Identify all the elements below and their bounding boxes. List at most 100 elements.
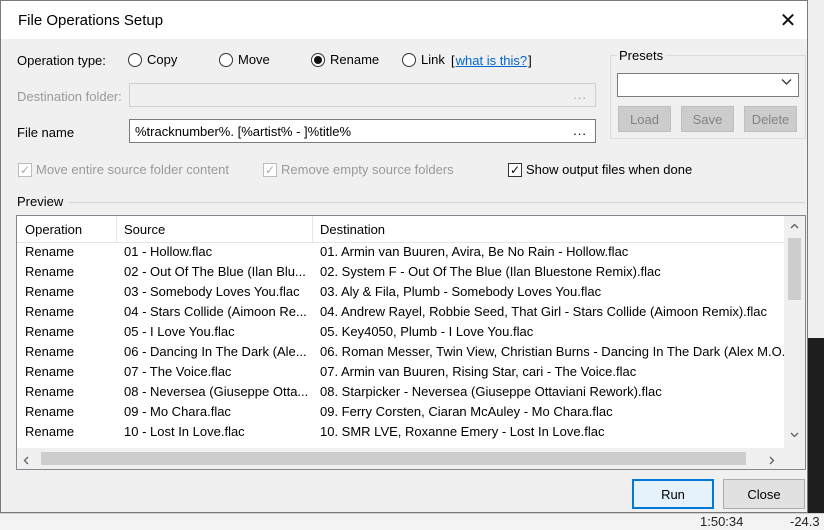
file-name-browse-button[interactable]: ... bbox=[573, 123, 587, 138]
preview-rows: Rename 01 - Hollow.flac 01. Armin van Buur… bbox=[17, 242, 784, 442]
preview-list[interactable]: Operation Source Destination Rename 01 - … bbox=[16, 215, 806, 470]
row-destination-cell: 05. Key4050, Plumb - I Love You.flac bbox=[320, 324, 534, 339]
run-button[interactable]: Run bbox=[632, 479, 714, 509]
table-row[interactable]: Rename 07 - The Voice.flac 07. Armin van B… bbox=[17, 362, 784, 382]
row-source-cell: 04 - Stars Collide (Aimoon Re... bbox=[124, 304, 307, 319]
row-destination-cell: 09. Ferry Corsten, Ciaran McAuley - Mo C… bbox=[320, 404, 613, 419]
load-preset-button[interactable]: Load bbox=[618, 106, 671, 132]
radio-copy-indicator bbox=[128, 52, 142, 67]
remove-empty-check-icon: ✓ bbox=[263, 162, 277, 177]
file-operations-dialog: File Operations Setup ✕ Operation type: … bbox=[0, 0, 808, 513]
row-destination-cell: 10. SMR LVE, Roxanne Emery - Lost In Lov… bbox=[320, 424, 605, 439]
table-row[interactable]: Rename 10 - Lost In Love.flac 10. SMR LVE,… bbox=[17, 422, 784, 442]
row-source-cell: 10 - Lost In Love.flac bbox=[124, 424, 245, 439]
radio-link-label: Link bbox=[421, 52, 445, 67]
table-row[interactable]: Rename 04 - Stars Collide (Aimoon Re... 04… bbox=[17, 302, 784, 322]
close-button[interactable]: Close bbox=[723, 479, 805, 509]
background-dark-band bbox=[808, 338, 824, 518]
presets-title: Presets bbox=[617, 48, 666, 63]
table-row[interactable]: Rename 01 - Hollow.flac 01. Armin van Buur… bbox=[17, 242, 784, 262]
radio-move[interactable]: Move bbox=[219, 52, 270, 67]
column-header-source[interactable]: Source bbox=[116, 216, 312, 242]
row-source-cell: 08 - Neversea (Giuseppe Otta... bbox=[124, 384, 309, 399]
dialog-title: File Operations Setup bbox=[18, 12, 164, 29]
scroll-down-icon[interactable] bbox=[784, 430, 805, 441]
scroll-left-icon[interactable] bbox=[23, 453, 29, 468]
save-preset-button[interactable]: Save bbox=[681, 106, 734, 132]
show-output-files-label: Show output files when done bbox=[526, 162, 693, 177]
radio-rename-label: Rename bbox=[330, 52, 380, 67]
radio-move-label: Move bbox=[238, 52, 270, 67]
close-icon[interactable]: ✕ bbox=[773, 5, 803, 35]
destination-browse-button: ... bbox=[573, 87, 587, 102]
row-operation-cell: Rename bbox=[25, 384, 75, 399]
scroll-right-icon[interactable] bbox=[769, 453, 775, 468]
radio-move-indicator bbox=[219, 52, 233, 67]
help-link-group: [what is this?] bbox=[451, 53, 532, 68]
horizontal-scrollbar[interactable] bbox=[17, 448, 784, 469]
remove-empty-folders-checkbox: ✓ Remove empty source folders bbox=[263, 162, 454, 177]
file-name-input[interactable]: %tracknumber%. [%artist% - ]%title% ... bbox=[129, 119, 596, 143]
what-is-this-link[interactable]: what is this? bbox=[456, 53, 528, 68]
operation-type-label: Operation type: bbox=[17, 53, 106, 68]
row-operation-cell: Rename bbox=[25, 244, 75, 259]
radio-rename[interactable]: Rename bbox=[311, 52, 379, 67]
column-header-destination[interactable]: Destination bbox=[312, 216, 784, 242]
table-row[interactable]: Rename 05 - I Love You.flac 05. Key4050, P… bbox=[17, 322, 784, 342]
file-name-label: File name bbox=[17, 125, 75, 140]
row-operation-cell: Rename bbox=[25, 424, 75, 439]
row-operation-cell: Rename bbox=[25, 404, 75, 419]
preview-divider bbox=[69, 202, 805, 203]
table-row[interactable]: Rename 02 - Out Of The Blue (Ilan Blu... 0… bbox=[17, 262, 784, 282]
radio-link-indicator bbox=[402, 52, 416, 67]
scroll-up-icon[interactable] bbox=[784, 221, 805, 232]
remove-empty-folders-label: Remove empty source folders bbox=[281, 162, 454, 177]
row-destination-cell: 03. Aly & Fila, Plumb - Somebody Loves Y… bbox=[320, 284, 602, 299]
presets-dropdown[interactable] bbox=[617, 73, 799, 97]
radio-link[interactable]: Link bbox=[402, 52, 445, 67]
horizontal-scroll-thumb[interactable] bbox=[41, 452, 746, 465]
title-bar: File Operations Setup ✕ bbox=[1, 1, 807, 39]
row-destination-cell: 06. Roman Messer, Twin View, Christian B… bbox=[320, 344, 784, 359]
help-bracket-open: [ bbox=[451, 53, 455, 68]
row-destination-cell: 04. Andrew Rayel, Robbie Seed, That Girl… bbox=[320, 304, 768, 319]
table-row[interactable]: Rename 08 - Neversea (Giuseppe Otta... 08.… bbox=[17, 382, 784, 402]
radio-rename-indicator bbox=[311, 52, 325, 67]
row-source-cell: 09 - Mo Chara.flac bbox=[124, 404, 231, 419]
delete-preset-button[interactable]: Delete bbox=[744, 106, 797, 132]
column-header-operation[interactable]: Operation bbox=[17, 216, 117, 242]
row-operation-cell: Rename bbox=[25, 364, 75, 379]
row-operation-cell: Rename bbox=[25, 284, 75, 299]
table-row[interactable]: Rename 09 - Mo Chara.flac 09. Ferry Corste… bbox=[17, 402, 784, 422]
vertical-scrollbar[interactable] bbox=[784, 216, 805, 452]
table-row[interactable]: Rename 06 - Dancing In The Dark (Ale... 06… bbox=[17, 342, 784, 362]
row-destination-cell: 08. Starpicker - Neversea (Giuseppe Otta… bbox=[320, 384, 662, 399]
destination-folder-label: Destination folder: bbox=[17, 89, 122, 104]
file-name-value: %tracknumber%. [%artist% - ]%title% bbox=[135, 124, 352, 139]
scrollbar-corner bbox=[784, 448, 805, 469]
vertical-scroll-thumb[interactable] bbox=[788, 238, 801, 300]
move-entire-folder-checkbox: ✓ Move entire source folder content bbox=[18, 162, 229, 177]
row-operation-cell: Rename bbox=[25, 344, 75, 359]
preview-list-header: Operation Source Destination bbox=[17, 216, 784, 243]
row-destination-cell: 07. Armin van Buuren, Rising Star, cari … bbox=[320, 364, 637, 379]
show-output-files-checkbox[interactable]: ✓ Show output files when done bbox=[508, 162, 692, 177]
table-row[interactable]: Rename 03 - Somebody Loves You.flac 03. Al… bbox=[17, 282, 784, 302]
row-operation-cell: Rename bbox=[25, 324, 75, 339]
row-destination-cell: 01. Armin van Buuren, Avira, Be No Rain … bbox=[320, 244, 629, 259]
row-source-cell: 05 - I Love You.flac bbox=[124, 324, 235, 339]
row-source-cell: 03 - Somebody Loves You.flac bbox=[124, 284, 300, 299]
radio-copy[interactable]: Copy bbox=[128, 52, 177, 67]
row-operation-cell: Rename bbox=[25, 264, 75, 279]
row-destination-cell: 02. System F - Out Of The Blue (Ilan Blu… bbox=[320, 264, 661, 279]
show-output-check-icon: ✓ bbox=[508, 162, 522, 177]
radio-copy-label: Copy bbox=[147, 52, 178, 67]
preview-label: Preview bbox=[17, 194, 64, 209]
row-source-cell: 06 - Dancing In The Dark (Ale... bbox=[124, 344, 307, 359]
background-value: -24.3 bbox=[790, 514, 820, 529]
move-entire-check-icon: ✓ bbox=[18, 162, 32, 177]
row-operation-cell: Rename bbox=[25, 304, 75, 319]
destination-folder-input: ... bbox=[129, 83, 596, 107]
row-source-cell: 02 - Out Of The Blue (Ilan Blu... bbox=[124, 264, 306, 279]
move-entire-folder-label: Move entire source folder content bbox=[36, 162, 229, 177]
